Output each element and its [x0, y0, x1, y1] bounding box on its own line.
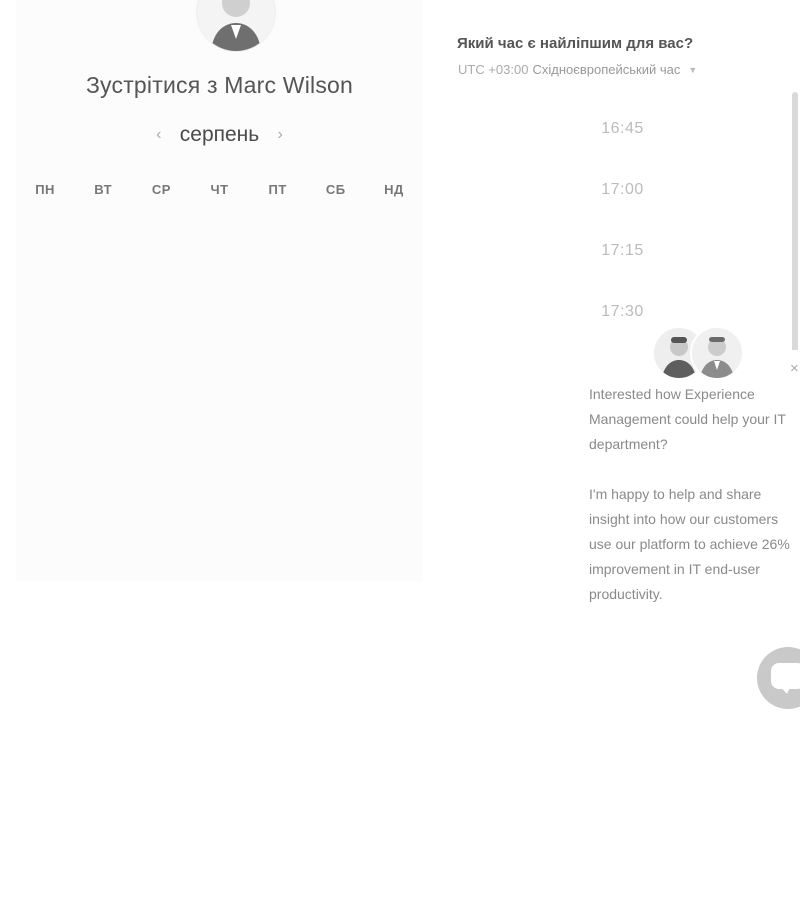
- calendar-day: [307, 336, 365, 393]
- calendar-day: [307, 279, 365, 336]
- weekday-label: НД: [384, 182, 404, 197]
- chat-message-paragraph: Interested how Experience Management cou…: [589, 386, 786, 452]
- calendar-days-grid: [16, 222, 423, 507]
- chevron-right-icon[interactable]: ›: [271, 126, 289, 144]
- calendar-day: [132, 279, 190, 336]
- calendar-day: [74, 393, 132, 450]
- chat-agent-avatars: [652, 326, 744, 380]
- chat-message: Interested how Experience Management cou…: [589, 382, 799, 632]
- calendar-day: [365, 336, 423, 393]
- time-slot-list: 16:45 17:00 17:15 17:30: [540, 98, 705, 342]
- calendar-day: [365, 450, 423, 507]
- chat-launcher-button[interactable]: [757, 647, 800, 709]
- chevron-left-icon[interactable]: ‹: [150, 126, 168, 144]
- month-navigation: ‹ серпень ›: [16, 120, 423, 150]
- weekday-label: СР: [151, 182, 171, 197]
- calendar-day: [249, 450, 307, 507]
- time-slot[interactable]: 16:45: [540, 98, 705, 159]
- calendar-day: [365, 393, 423, 450]
- calendar-day: [132, 393, 190, 450]
- calendar-day: [190, 450, 248, 507]
- weekday-label: ВТ: [94, 182, 113, 197]
- time-picker-heading: Який час є найліпшим для вас?: [457, 35, 694, 52]
- calendar-day: [249, 222, 307, 279]
- chat-bubble-tail: [779, 685, 791, 694]
- host-avatar: [196, 0, 276, 52]
- calendar-day: [249, 393, 307, 450]
- timezone-offset: UTC +03:00: [458, 62, 529, 77]
- weekday-label: СБ: [325, 182, 346, 197]
- weekday-header: ПН ВТ СР ЧТ ПТ СБ НД: [16, 182, 423, 197]
- calendar-day: [132, 222, 190, 279]
- timezone-name: Східноєвропейський час: [532, 62, 681, 77]
- weekday-label: ПТ: [268, 182, 287, 197]
- chat-message-paragraph: I'm happy to help and share insight into…: [589, 486, 790, 602]
- calendar-day: [74, 279, 132, 336]
- calendar-day: [16, 222, 74, 279]
- time-slots-scrollbar[interactable]: [792, 92, 798, 354]
- calendar-day: [190, 222, 248, 279]
- calendar-day: [307, 393, 365, 450]
- time-slot[interactable]: 17:00: [540, 159, 705, 220]
- caret-down-icon: ▼: [688, 64, 698, 75]
- calendar-day: [74, 450, 132, 507]
- timezone-selector[interactable]: UTC +03:00 Східноєвропейський час ▼: [458, 62, 697, 77]
- calendar-day: [307, 222, 365, 279]
- calendar-day: [307, 450, 365, 507]
- calendar-day: [16, 279, 74, 336]
- page-title: Зустрітися з Marc Wilson: [85, 72, 354, 98]
- calendar-day: [74, 222, 132, 279]
- month-label: серпень: [179, 123, 260, 146]
- calendar-day: [16, 450, 74, 507]
- calendar-day: [365, 279, 423, 336]
- calendar-day: [190, 336, 248, 393]
- calendar-day: [74, 336, 132, 393]
- calendar-panel: Зустрітися з Marc Wilson ‹ серпень › ПН …: [16, 0, 423, 582]
- close-icon[interactable]: ×: [790, 361, 800, 376]
- calendar-day: [249, 279, 307, 336]
- calendar-day: [190, 279, 248, 336]
- calendar-day: [365, 222, 423, 279]
- calendar-day: [16, 393, 74, 450]
- agent-avatar: [690, 326, 744, 380]
- calendar-day: [132, 450, 190, 507]
- time-slot[interactable]: 17:15: [540, 220, 705, 281]
- weekday-label: ЧТ: [210, 182, 229, 197]
- calendar-day: [132, 336, 190, 393]
- calendar-day: [249, 336, 307, 393]
- weekday-label: ПН: [35, 182, 55, 197]
- calendar-day: [16, 336, 74, 393]
- calendar-day: [190, 393, 248, 450]
- scheduling-page: Зустрітися з Marc Wilson ‹ серпень › ПН …: [0, 0, 800, 900]
